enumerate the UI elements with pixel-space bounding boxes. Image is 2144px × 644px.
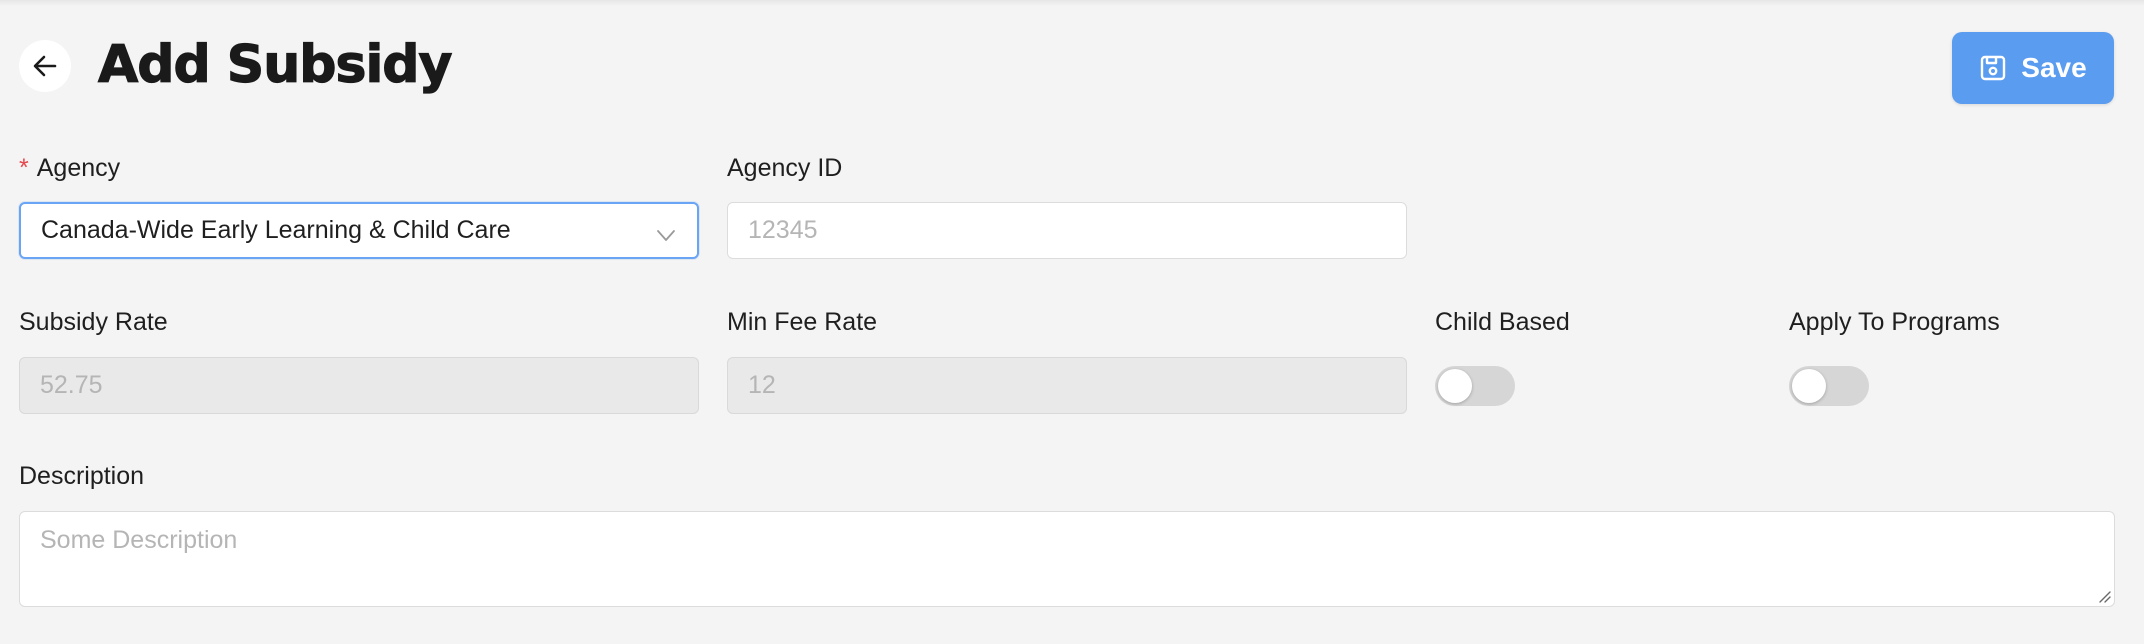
apply-to-programs-label: Apply To Programs — [1789, 308, 2000, 336]
chevron-down-icon — [657, 230, 675, 241]
min-fee-rate-label: Min Fee Rate — [727, 308, 878, 336]
agency-label: * Agency — [19, 152, 120, 184]
top-shadow — [0, 0, 2144, 6]
agency-id-label: Agency ID — [727, 154, 843, 182]
subsidy-rate-label: Subsidy Rate — [19, 308, 168, 336]
subsidy-rate-value: 52.75 — [40, 371, 103, 399]
description-placeholder: Some Description — [40, 526, 238, 554]
toggle-knob — [1792, 369, 1826, 403]
required-mark: * — [19, 154, 29, 182]
page-title: Add Subsidy — [97, 34, 453, 95]
description-textarea[interactable]: Some Description — [19, 511, 2115, 607]
agency-id-placeholder: 12345 — [748, 216, 818, 244]
min-fee-rate-value: 12 — [748, 371, 776, 399]
agency-select[interactable]: Canada-Wide Early Learning & Child Care — [19, 202, 699, 259]
toggle-knob — [1438, 369, 1472, 403]
child-based-toggle[interactable] — [1435, 366, 1515, 406]
min-fee-rate-input[interactable]: 12 — [727, 357, 1407, 414]
save-button[interactable]: Save — [1952, 32, 2114, 104]
agency-select-value: Canada-Wide Early Learning & Child Care — [41, 216, 511, 244]
subsidy-rate-input[interactable]: 52.75 — [19, 357, 699, 414]
agency-label-text: Agency — [36, 154, 121, 182]
save-icon — [1981, 55, 2006, 81]
child-based-label: Child Based — [1435, 308, 1570, 336]
description-label: Description — [19, 462, 145, 490]
agency-id-input[interactable]: 12345 — [727, 202, 1407, 259]
back-button[interactable] — [19, 40, 71, 92]
arrow-left-icon — [33, 55, 57, 77]
save-button-label: Save — [2021, 52, 2087, 83]
apply-to-programs-toggle[interactable] — [1789, 366, 1869, 406]
resize-handle-icon[interactable] — [2097, 589, 2111, 603]
